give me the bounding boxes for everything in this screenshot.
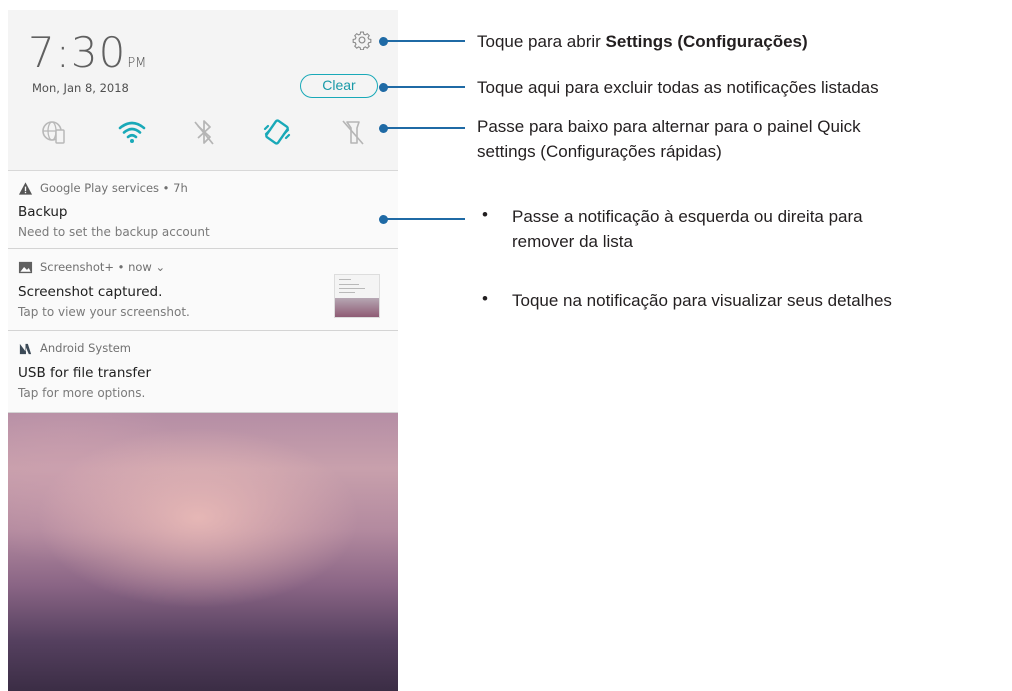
image-icon bbox=[18, 261, 33, 274]
callout-line bbox=[385, 218, 465, 220]
notification-app-label: Android System bbox=[40, 341, 132, 355]
notification-title: USB for file transfer bbox=[18, 365, 152, 381]
wifi-icon[interactable] bbox=[117, 117, 147, 147]
bluetooth-off-icon[interactable] bbox=[189, 117, 219, 147]
clear-button[interactable]: Clear bbox=[300, 74, 378, 98]
date-label: Mon, Jan 8, 2018 bbox=[32, 81, 129, 95]
callout-settings: Toque para abrir Settings (Configurações… bbox=[477, 32, 808, 51]
callout-swipe: Passe a notificação à esquerda ou direit… bbox=[512, 207, 863, 251]
screenshot-thumbnail[interactable] bbox=[334, 274, 380, 318]
notification-title: Screenshot captured. bbox=[18, 284, 163, 300]
callout-tap: Toque na notificação para visualizar seu… bbox=[512, 291, 892, 310]
notification-title: Backup bbox=[18, 204, 68, 220]
notification-shade: 7:30PM Mon, Jan 8, 2018 Clear Google Pla… bbox=[8, 10, 398, 691]
globe-phone-icon[interactable] bbox=[40, 117, 70, 147]
gear-icon[interactable] bbox=[352, 30, 372, 50]
warning-icon bbox=[18, 182, 33, 195]
notification-usb[interactable]: Android System USB for file transfer Tap… bbox=[8, 331, 398, 413]
callout-clear: Toque aqui para excluir todas as notific… bbox=[477, 78, 879, 97]
callout-line bbox=[385, 86, 465, 88]
notification-app-label: Google Play services • 7h bbox=[40, 181, 188, 195]
notification-body: Tap to view your screenshot. bbox=[18, 305, 190, 319]
notification-backup[interactable]: Google Play services • 7h Backup Need to… bbox=[8, 170, 398, 249]
vibrate-icon[interactable] bbox=[262, 117, 292, 147]
clock-ampm: PM bbox=[127, 56, 147, 71]
clock: 7:30PM bbox=[28, 28, 147, 77]
wallpaper bbox=[8, 413, 398, 691]
notification-body: Need to set the backup account bbox=[18, 225, 210, 239]
callout-line bbox=[385, 40, 465, 42]
notification-body: Tap for more options. bbox=[18, 386, 146, 400]
callout-line bbox=[385, 127, 465, 129]
notification-app-label: Screenshot+ • now ⌄ bbox=[40, 260, 166, 274]
flashlight-off-icon[interactable] bbox=[338, 117, 368, 147]
bullet: • bbox=[482, 289, 488, 308]
callout-quick-settings: Passe para baixo para alternar para o pa… bbox=[477, 117, 861, 161]
android-system-icon bbox=[19, 343, 32, 355]
notification-screenshot[interactable]: Screenshot+ • now ⌄ Screenshot captured.… bbox=[8, 249, 398, 331]
bullet: • bbox=[482, 205, 488, 224]
